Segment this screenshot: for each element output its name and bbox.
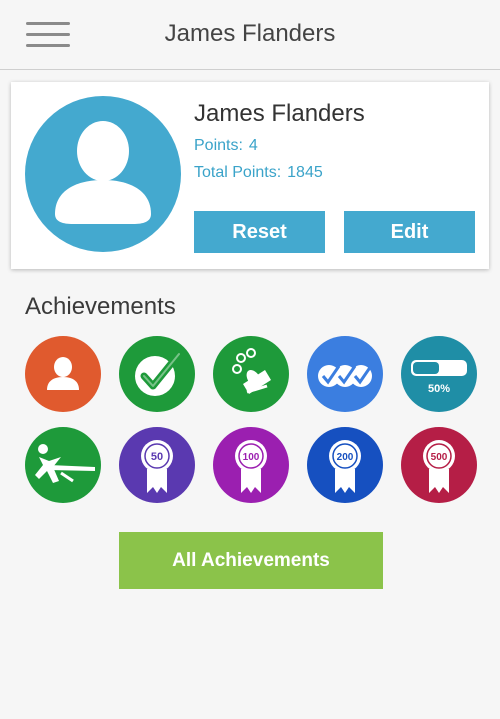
checkmark-icon bbox=[135, 350, 183, 396]
profile-card: James Flanders Points: 4 Total Points: 184… bbox=[11, 82, 489, 269]
ribbon-50-label: 50 bbox=[151, 451, 163, 463]
ribbon-50-icon: 50 bbox=[141, 440, 173, 493]
badge-ribbon-200[interactable]: 200 bbox=[307, 427, 383, 503]
progress-icon: 50% bbox=[411, 360, 467, 395]
person-icon bbox=[47, 357, 79, 390]
total-points-row: Total Points: 1845 bbox=[194, 164, 323, 182]
badge-person[interactable] bbox=[25, 336, 101, 412]
ribbon-500-label: 500 bbox=[431, 452, 448, 463]
ribbon-100-label: 100 bbox=[243, 452, 260, 463]
badge-finish-line[interactable] bbox=[25, 427, 101, 503]
ribbon-500-icon: 500 bbox=[423, 440, 455, 493]
magic-hat-icon bbox=[232, 348, 271, 394]
badge-progress[interactable]: 50% bbox=[401, 336, 477, 412]
badge-magic-hat[interactable] bbox=[213, 336, 289, 412]
badge-ribbon-100[interactable]: 100 bbox=[213, 427, 289, 503]
points-value: 4 bbox=[248, 137, 258, 154]
badge-ribbon-500[interactable]: 500 bbox=[401, 427, 477, 503]
points-label: Points: bbox=[194, 137, 243, 154]
badge-ribbon-50[interactable]: 50 bbox=[119, 427, 195, 503]
page-title: James Flanders bbox=[164, 20, 336, 47]
user-silhouette-icon bbox=[55, 121, 151, 224]
app-bar: James Flanders bbox=[0, 0, 500, 70]
ribbon-200-label: 200 bbox=[337, 452, 354, 463]
triple-check-icon bbox=[318, 365, 373, 387]
progress-percent-label: 50% bbox=[428, 383, 450, 395]
avatar bbox=[25, 96, 181, 252]
ribbon-100-icon: 100 bbox=[235, 440, 267, 493]
badge-triple-check[interactable] bbox=[307, 336, 383, 412]
finish-line-runner-icon bbox=[35, 444, 95, 483]
ribbon-200-icon: 200 bbox=[329, 440, 361, 493]
total-points-label: Total Points: bbox=[194, 164, 282, 181]
reset-button[interactable]: Reset bbox=[194, 211, 325, 253]
profile-name: James Flanders bbox=[194, 100, 365, 127]
all-achievements-button[interactable]: All Achievements bbox=[119, 532, 383, 589]
points-row: Points: 4 bbox=[194, 137, 258, 155]
edit-button[interactable]: Edit bbox=[344, 211, 475, 253]
badge-checkmark[interactable] bbox=[119, 336, 195, 412]
total-points-value: 1845 bbox=[287, 164, 323, 181]
achievements-title: Achievements bbox=[25, 293, 176, 320]
